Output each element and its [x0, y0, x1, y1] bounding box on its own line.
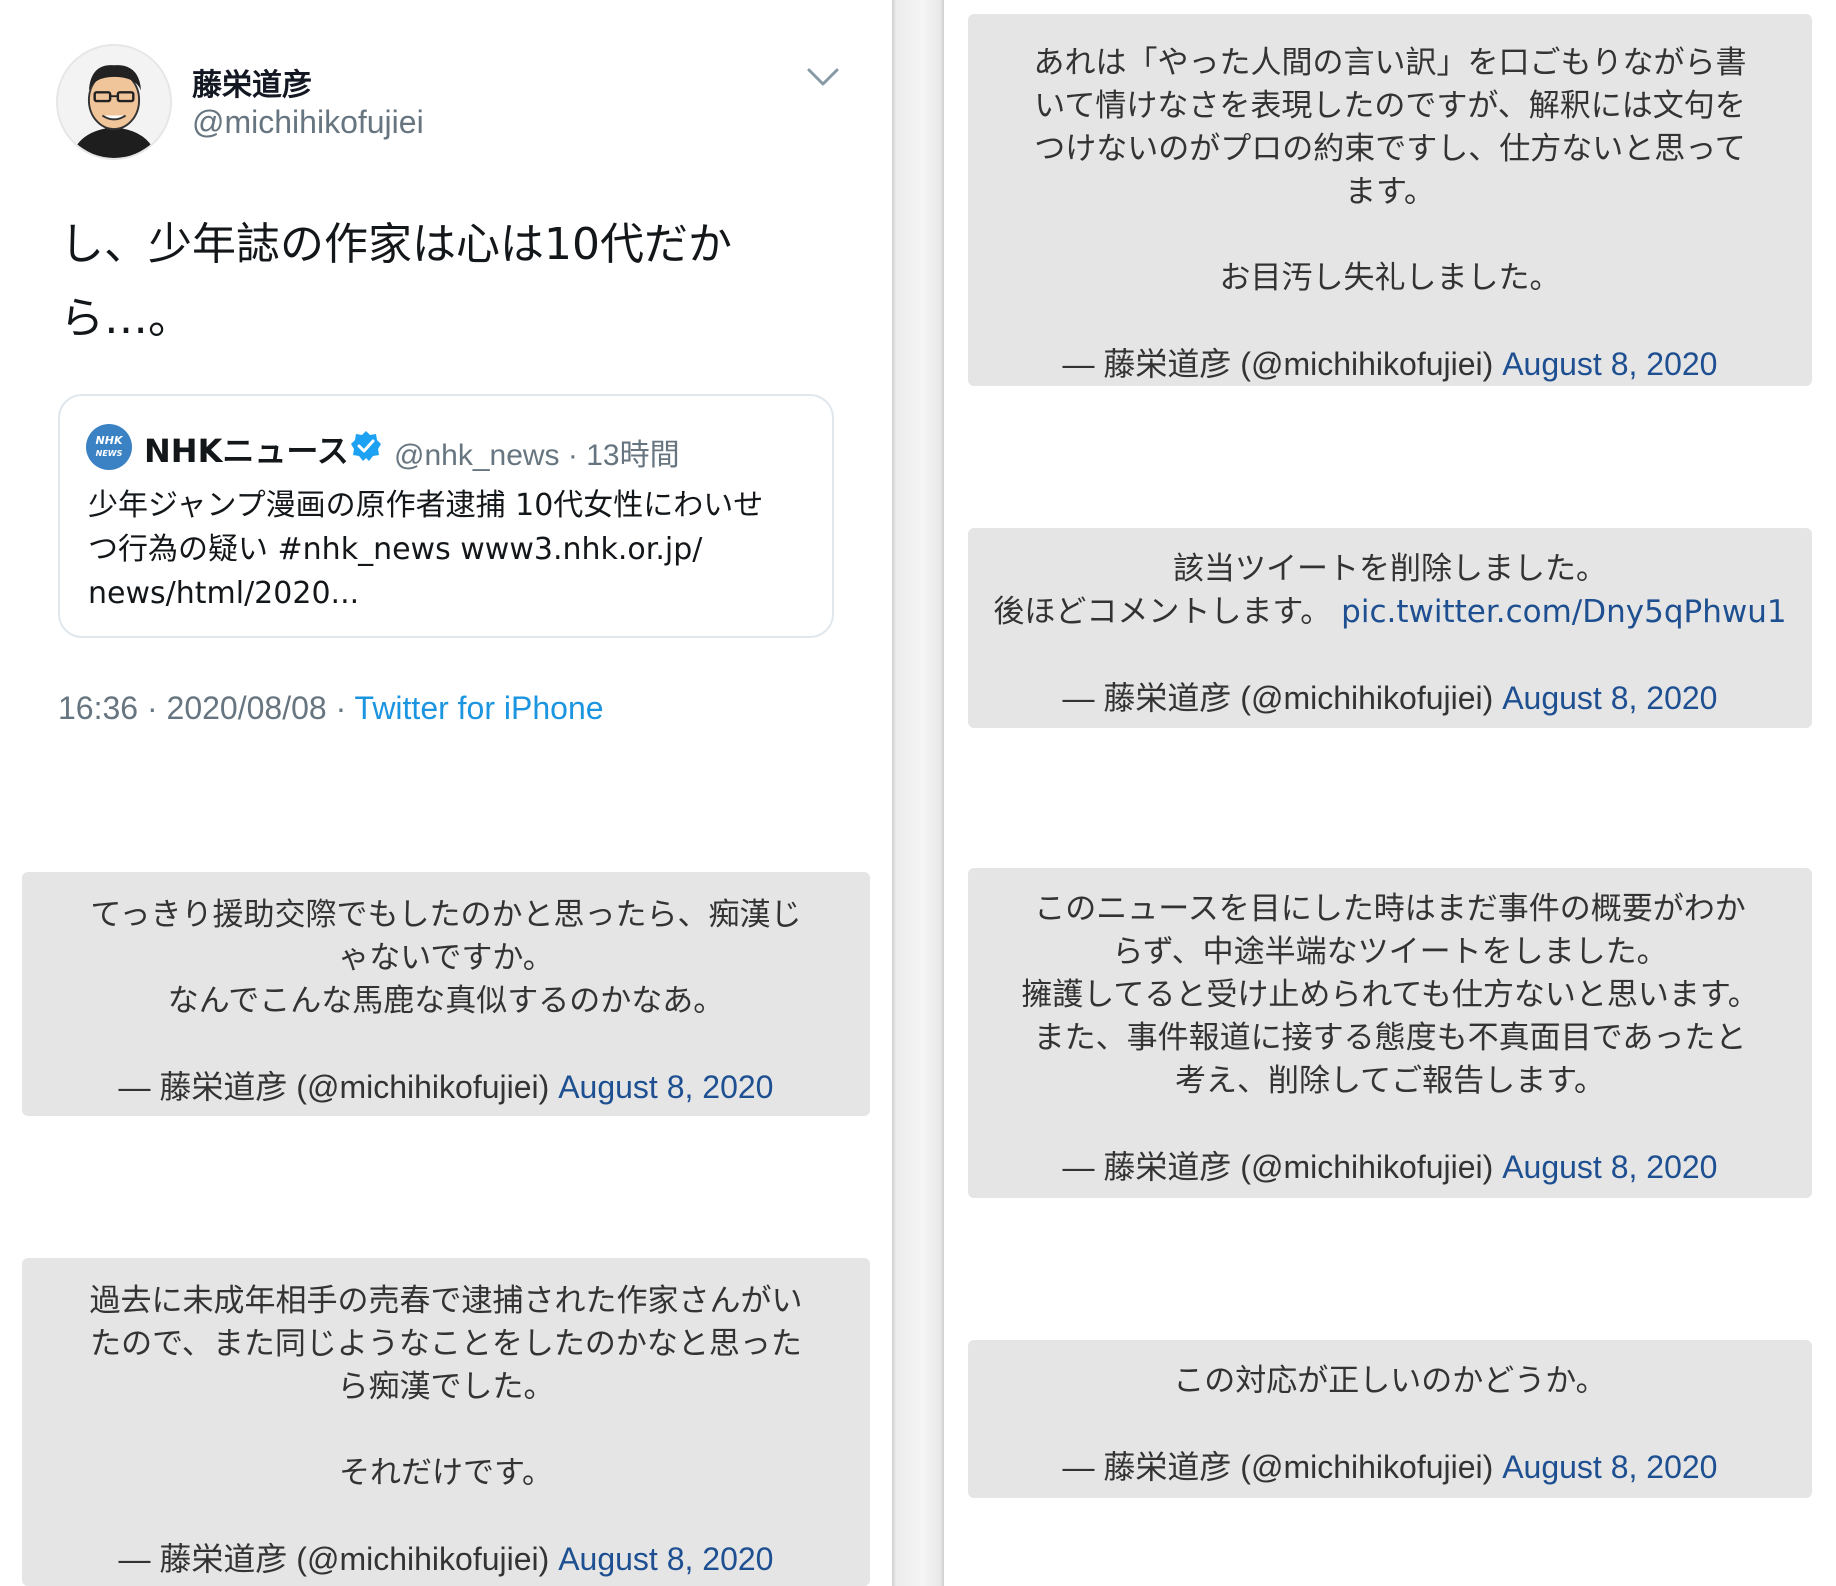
right-column: あれは「やった人間の言い訳」を口ごもりながら書 いて情けなさを表現したのですが、…: [944, 0, 1836, 1586]
embed-date-link[interactable]: August 8, 2020: [1502, 680, 1717, 716]
author-name[interactable]: 藤栄道彦: [192, 60, 312, 104]
verified-badge-icon: [351, 431, 381, 461]
embed-signature: — 藤栄道彦 (@michihikofujiei) August 8, 2020: [1062, 1149, 1718, 1185]
avatar[interactable]: [56, 44, 172, 160]
embed-line: ら痴漢でした。: [337, 1369, 555, 1405]
quoted-tweet-card[interactable]: NHK NEWS NHKニュース @nhk_news · 13時間 少年ジャンプ…: [58, 394, 834, 638]
embed-date-link[interactable]: August 8, 2020: [1502, 346, 1717, 382]
embed-line: いて情けなさを表現したのですが、解釈には文句を: [1034, 88, 1746, 124]
chevron-down-icon[interactable]: [806, 66, 840, 88]
tweet-text: し、少年誌の作家は心は10代だか ら…。: [60, 208, 780, 356]
embed-line: ゃないですか。: [338, 940, 554, 976]
embed-line: 擁護してると受け止められても仕方ないと思います。: [1021, 977, 1759, 1013]
embed-line: それだけです。: [339, 1455, 553, 1491]
embed-line: また、事件報道に接する態度も不真面目であったと: [1033, 1020, 1747, 1056]
quoted-body: 少年ジャンプ漫画の原作者逮捕 10代女性にわいせ つ行為の疑い #nhk_new…: [88, 488, 764, 611]
embed-line: 過去に未成年相手の売春で逮捕された作家さんがい: [89, 1283, 803, 1319]
embed-signature: — 藤栄道彦 (@michihikofujiei) August 8, 2020: [1062, 1449, 1718, 1485]
source-link[interactable]: Twitter for iPhone: [355, 690, 604, 726]
embedded-tweet: この対応が正しいのかどうか。 — 藤栄道彦 (@michihikofujiei)…: [968, 1340, 1812, 1498]
tweet-text-line: ら…。: [60, 293, 192, 344]
author-handle[interactable]: @michihikofujiei: [192, 104, 424, 141]
tweet-timestamp: 16:36 · 2020/08/08 · Twitter for iPhone: [58, 690, 604, 727]
screenshot-root: 藤栄道彦 @michihikofujiei し、少年誌の作家は心は10代だか ら…: [0, 0, 1836, 1586]
embed-line: らず、中途半端なツイートをしました。: [1112, 934, 1668, 970]
embed-line: あれは「やった人間の言い訳」を口ごもりながら書: [1033, 45, 1747, 81]
left-column: 藤栄道彦 @michihikofujiei し、少年誌の作家は心は10代だか ら…: [0, 0, 892, 1586]
embed-line: てっきり援助交際でもしたのかと思ったら、痴漢じ: [90, 897, 802, 933]
embedded-tweet: 過去に未成年相手の売春で逮捕された作家さんがい たので、また同じようなことをした…: [22, 1258, 870, 1586]
embed-signature: — 藤栄道彦 (@michihikofujiei) August 8, 2020: [1062, 346, 1718, 382]
nhk-logo-icon: NHK NEWS: [86, 424, 132, 470]
embed-line: お目汚し失礼しました。: [1219, 260, 1561, 296]
embedded-tweet: このニュースを目にした時はまだ事件の概要がわか らず、中途半端なツイートをしまし…: [968, 868, 1812, 1198]
embed-date-link[interactable]: August 8, 2020: [1502, 1449, 1717, 1485]
embed-line: この対応が正しいのかどうか。: [1173, 1363, 1607, 1399]
embed-signature: — 藤栄道彦 (@michihikofujiei) August 8, 2020: [1062, 680, 1718, 716]
embed-line: たので、また同じようなことをしたのかなと思った: [90, 1326, 802, 1362]
embed-line: 後ほどコメントします。 pic.twitter.com/Dny5qPhwu1: [993, 594, 1787, 630]
quoted-handle-time: @nhk_news · 13時間: [394, 439, 680, 472]
embed-line: ます。: [1345, 174, 1435, 210]
avatar-illustration-icon: [58, 46, 170, 158]
embed-date-link[interactable]: August 8, 2020: [558, 1541, 773, 1577]
embed-date-link[interactable]: August 8, 2020: [1502, 1149, 1717, 1185]
page-divider: [892, 0, 944, 1586]
embed-line: このニュースを目にした時はまだ事件の概要がわか: [1034, 891, 1746, 927]
embed-signature: — 藤栄道彦 (@michihikofujiei) August 8, 2020: [118, 1541, 774, 1577]
pic-twitter-link[interactable]: pic.twitter.com/Dny5qPhwu1: [1341, 594, 1786, 630]
embed-line: 考え、削除してご報告します。: [1175, 1063, 1605, 1099]
embed-date-link[interactable]: August 8, 2020: [558, 1069, 773, 1105]
embedded-tweet: てっきり援助交際でもしたのかと思ったら、痴漢じ ゃないですか。 なんでこんな馬鹿…: [22, 872, 870, 1116]
embedded-tweet: 該当ツイートを削除しました。 後ほどコメントします。 pic.twitter.c…: [968, 528, 1812, 728]
embedded-tweet: あれは「やった人間の言い訳」を口ごもりながら書 いて情けなさを表現したのですが、…: [968, 14, 1812, 386]
embed-line: つけないのがプロの約束ですし、仕方ないと思って: [1034, 131, 1746, 167]
timestamp-text: 16:36 · 2020/08/08 ·: [58, 690, 355, 726]
embed-line: なんでこんな馬鹿な真似するのかなあ。: [167, 983, 725, 1019]
embed-signature: — 藤栄道彦 (@michihikofujiei) August 8, 2020: [118, 1069, 774, 1105]
quoted-author-name: NHKニュース: [144, 432, 349, 470]
tweet-text-line: し、少年誌の作家は心は10代だか: [60, 219, 732, 270]
embed-line: 該当ツイートを削除しました。: [1173, 551, 1607, 587]
